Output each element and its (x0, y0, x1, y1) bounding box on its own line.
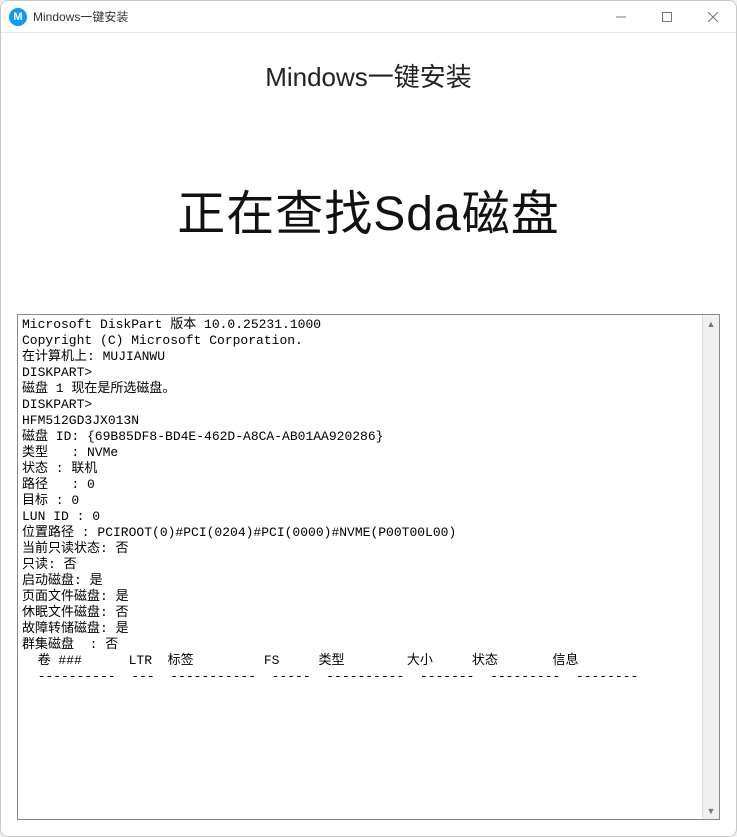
titlebar-left: M Mindows一键安装 (1, 8, 128, 26)
close-icon (708, 12, 718, 22)
scroll-up-arrow-icon[interactable]: ▲ (703, 315, 719, 332)
console-output: Microsoft DiskPart 版本 10.0.25231.1000 Co… (18, 315, 702, 819)
page-title: Mindows一键安装 (1, 57, 736, 94)
scroll-down-arrow-icon[interactable]: ▼ (703, 802, 719, 819)
titlebar-controls (598, 1, 736, 32)
status-text: 正在查找Sda磁盘 (1, 174, 736, 244)
console-wrapper: Microsoft DiskPart 版本 10.0.25231.1000 Co… (17, 314, 720, 820)
maximize-button[interactable] (644, 1, 690, 32)
maximize-icon (662, 12, 672, 22)
titlebar: M Mindows一键安装 (1, 1, 736, 33)
app-window: M Mindows一键安装 Mindows一键安装 正在查找Sda磁盘 Micr… (0, 0, 737, 837)
window-title: Mindows一键安装 (33, 8, 128, 25)
minimize-icon (616, 12, 626, 22)
minimize-button[interactable] (598, 1, 644, 32)
app-icon: M (9, 8, 27, 26)
close-button[interactable] (690, 1, 736, 32)
scroll-track[interactable] (703, 332, 719, 802)
scrollbar[interactable]: ▲ ▼ (702, 315, 719, 819)
status-area: 正在查找Sda磁盘 (1, 124, 736, 304)
content-area: Mindows一键安装 正在查找Sda磁盘 Microsoft DiskPart… (1, 33, 736, 836)
header-area: Mindows一键安装 (1, 33, 736, 124)
